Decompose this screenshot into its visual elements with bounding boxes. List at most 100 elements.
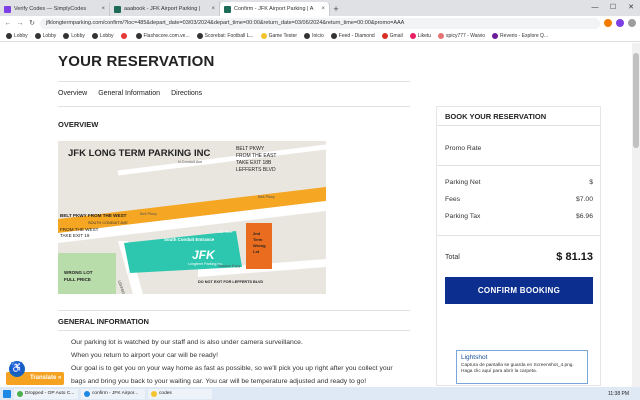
lightshot-message: Captura de pantalla se guarda en Screens…: [461, 363, 574, 374]
divider: [58, 106, 410, 107]
bookmark-item[interactable]: Lobby: [91, 32, 114, 39]
lightshot-title: Lightshot: [461, 354, 488, 361]
page-scrollbar[interactable]: [632, 43, 640, 387]
jfk-favicon-icon: [114, 5, 121, 13]
extension-icon[interactable]: [604, 19, 612, 27]
map-belt-west-label: BELT PKWY FROM THE WEST: [60, 213, 127, 218]
app-icon: [17, 390, 23, 397]
divider: [437, 165, 600, 166]
window-controls: — ☐ ✕: [586, 0, 640, 16]
bookmark-item[interactable]: Liketu: [409, 32, 431, 39]
scrollbar-thumb[interactable]: [633, 53, 639, 148]
bookmark-favicon-icon: [91, 32, 98, 39]
parking-map-image: JFK LONG TERM PARKING INC BELT PKWY FROM…: [58, 141, 326, 294]
maximize-icon[interactable]: ☐: [604, 0, 622, 16]
bookmark-item[interactable]: Reverio - Explore Q...: [492, 32, 549, 39]
url-input[interactable]: jfklongtermparking.com/confirm/?loc=485&…: [40, 17, 600, 29]
total-row: Total $ 81.13: [445, 251, 593, 263]
bookmark-item[interactable]: Scorebat: Football L...: [196, 32, 254, 39]
map-go-here-label: GO Here: [218, 230, 232, 234]
taskbar-item[interactable]: confirm - JFK Airpor...: [81, 388, 145, 399]
bookmark-item[interactable]: Feed - Diamond: [330, 32, 375, 39]
bookmark-item[interactable]: Lobby: [34, 32, 56, 39]
map-logo-main: JFK: [192, 248, 216, 262]
booking-panel: BOOK YOUR RESERVATION Promo Rate Parking…: [436, 106, 601, 386]
bookmark-label: Game Tester: [268, 32, 298, 39]
taskbar-item-label: codes: [159, 391, 172, 396]
folder-icon: [151, 390, 157, 397]
back-icon[interactable]: ←: [4, 20, 12, 27]
nav-overview-link[interactable]: Overview: [58, 90, 87, 97]
section-nav: Overview General Information Directions: [58, 90, 202, 97]
reload-icon[interactable]: ↻: [28, 19, 36, 27]
map-belt-pkwy-label: Belt Pkwy: [140, 212, 157, 216]
info-line: Our parking lot is watched by our staff …: [71, 339, 303, 346]
map-second-lot-1: 2nd: [253, 231, 261, 236]
price-row-value: $7.00: [575, 196, 593, 203]
price-row-value: $6.96: [575, 213, 593, 220]
taskbar-item[interactable]: codes: [148, 388, 212, 399]
info-line: Our goal is to get you on your way home …: [71, 365, 393, 372]
bookmark-favicon-icon: [120, 32, 127, 39]
price-row-label: Fees: [445, 196, 461, 203]
bookmark-item[interactable]: Gmail: [381, 32, 403, 39]
bookmark-favicon-icon: [492, 32, 499, 39]
lightshot-notification[interactable]: Lightshot Captura de pantalla se guarda …: [456, 350, 588, 384]
divider: [437, 125, 600, 126]
map-second-lot-4: Lot: [253, 249, 260, 254]
tab-label: Verify Codes — SimplyCodes: [14, 6, 87, 12]
promo-rate-row: Promo Rate: [445, 145, 593, 152]
close-icon[interactable]: ×: [321, 6, 325, 12]
divider: [58, 330, 410, 331]
info-line: bags and bring you back to your waiting …: [71, 378, 367, 385]
nav-directions-link[interactable]: Directions: [171, 90, 202, 97]
tab-verify-codes[interactable]: Verify Codes — SimplyCodes ×: [0, 2, 110, 16]
browser-tab-bar: Verify Codes — SimplyCodes × aaabook - J…: [0, 0, 640, 16]
bookmark-favicon-icon: [196, 32, 203, 39]
tab-aaabook[interactable]: aaabook - JFK Airport Parking | ×: [110, 2, 220, 16]
page-content: YOUR RESERVATION Overview General Inform…: [0, 43, 640, 387]
bookmark-item[interactable]: Lobby: [63, 32, 85, 39]
bookmark-label: Gmail: [389, 32, 403, 39]
close-icon[interactable]: ×: [101, 6, 105, 12]
price-row-label: Parking Net: [445, 179, 481, 186]
bookmark-item[interactable]: Inicio: [304, 32, 324, 39]
tab-confirm[interactable]: Confirm - JFK Airport Parking | A ×: [220, 2, 330, 16]
bookmark-label: Lobby: [71, 32, 85, 39]
bookmark-favicon-icon: [330, 32, 337, 39]
map-wrong-lot-1: WRONG LOT: [64, 270, 93, 275]
map-east-note-1: BELT PKWY: [236, 146, 265, 152]
new-tab-button[interactable]: +: [330, 2, 342, 16]
bookmark-label: Feed - Diamond: [338, 32, 375, 39]
bookmark-item[interactable]: Flashscore.com.ve...: [135, 32, 190, 39]
bookmark-item[interactable]: Lobby: [6, 32, 28, 39]
taskbar-item[interactable]: Dropped - OP Auto C...: [14, 388, 78, 399]
forward-icon[interactable]: →: [16, 20, 24, 27]
bookmark-item[interactable]: Game Tester: [260, 32, 298, 39]
close-window-icon[interactable]: ✕: [622, 0, 640, 16]
bookmark-label: Reverio - Explore Q...: [500, 32, 549, 39]
bookmark-label: Inicio: [312, 32, 324, 39]
bookmark-favicon-icon: [260, 32, 267, 39]
map-title: JFK LONG TERM PARKING INC: [68, 148, 210, 159]
confirm-booking-button[interactable]: CONFIRM BOOKING: [445, 277, 593, 304]
chrome-icon: [84, 390, 90, 397]
taskbar-item-label: Dropped - OP Auto C...: [25, 391, 75, 396]
map-belt-pkwy-label-2: Belt Pkwy: [258, 195, 275, 199]
profile-avatar-icon[interactable]: [628, 19, 636, 27]
bookmark-item[interactable]: [120, 32, 129, 39]
total-value: $ 81.13: [556, 251, 593, 263]
map-nassau-label: Nassau Expy: [218, 264, 240, 268]
accessibility-icon[interactable]: ♿: [9, 361, 25, 377]
map-east-note-2: FROM THE EAST: [236, 153, 276, 159]
close-icon[interactable]: ×: [211, 6, 215, 12]
minimize-icon[interactable]: —: [586, 0, 604, 16]
system-clock: 11:38 PM: [607, 390, 629, 397]
nav-general-information-link[interactable]: General Information: [98, 90, 160, 97]
start-icon[interactable]: [3, 389, 11, 398]
bookmarks-bar: Lobby Lobby Lobby Lobby Flashscore.com.ve...…: [0, 30, 640, 42]
map-east-note-4: LEFFERTS BLVD: [236, 167, 276, 173]
extension-icon[interactable]: [616, 19, 624, 27]
bookmark-item[interactable]: spicy777 - Waivio: [438, 32, 485, 39]
bookmark-favicon-icon: [304, 32, 311, 39]
